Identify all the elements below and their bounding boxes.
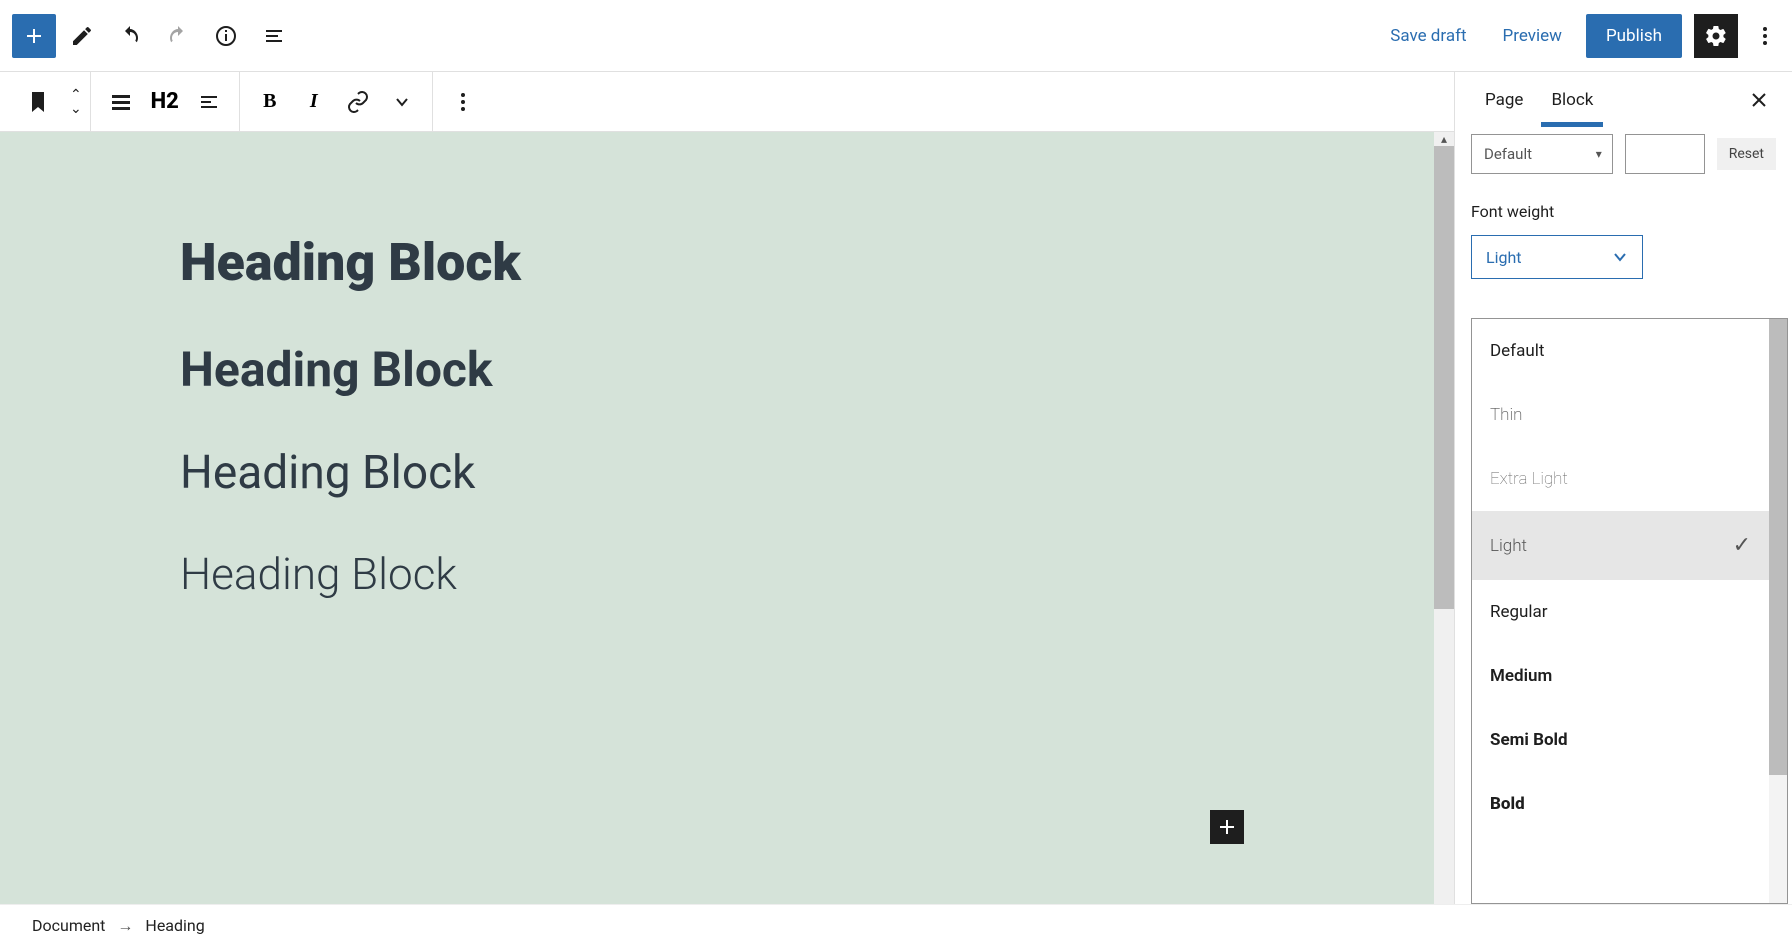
align-icon bbox=[110, 91, 132, 113]
list-icon bbox=[262, 24, 286, 48]
font-weight-option[interactable]: Thin bbox=[1472, 383, 1769, 447]
dropdown-list: Default Thin Extra Light Light ✓ Regular Mediu… bbox=[1472, 319, 1769, 903]
option-label: Default bbox=[1490, 341, 1544, 361]
add-block-button[interactable] bbox=[12, 14, 56, 58]
redo-icon bbox=[166, 24, 190, 48]
size-preset-value: Default bbox=[1484, 145, 1532, 163]
size-row: Default ▾ Reset bbox=[1471, 134, 1776, 174]
text-align-button[interactable] bbox=[187, 80, 231, 124]
check-icon: ✓ bbox=[1733, 533, 1751, 558]
more-options-button[interactable] bbox=[1750, 14, 1780, 58]
option-label: Semi Bold bbox=[1490, 730, 1568, 750]
font-weight-option[interactable]: Light ✓ bbox=[1472, 511, 1769, 580]
link-button[interactable] bbox=[336, 80, 380, 124]
bookmark-icon-button[interactable] bbox=[16, 80, 60, 124]
close-sidebar-button[interactable] bbox=[1742, 83, 1776, 117]
font-weight-label: Font weight bbox=[1471, 202, 1776, 221]
toolbar-right: Save draft Preview Publish bbox=[1378, 14, 1780, 58]
scrollbar-thumb[interactable] bbox=[1434, 146, 1454, 609]
option-label: Regular bbox=[1490, 602, 1548, 622]
outline-button[interactable] bbox=[252, 14, 296, 58]
preview-button[interactable]: Preview bbox=[1491, 18, 1574, 54]
add-block-inline-button[interactable] bbox=[1210, 810, 1244, 844]
chevron-down-icon: ▾ bbox=[1596, 147, 1602, 161]
more-formatting-button[interactable] bbox=[380, 80, 424, 124]
edit-mode-button[interactable] bbox=[60, 14, 104, 58]
move-arrows: ⌃ ⌄ bbox=[70, 88, 82, 116]
info-button[interactable] bbox=[204, 14, 248, 58]
settings-sidebar: Page Block Default ▾ Reset Font weight L… bbox=[1454, 72, 1792, 904]
breadcrumb-leaf[interactable]: Heading bbox=[145, 916, 204, 935]
font-weight-dropdown: Default Thin Extra Light Light ✓ Regular Mediu… bbox=[1471, 318, 1788, 904]
top-toolbar: Save draft Preview Publish bbox=[0, 0, 1792, 72]
undo-button[interactable] bbox=[108, 14, 152, 58]
kebab-icon bbox=[460, 91, 466, 113]
link-icon bbox=[346, 90, 370, 114]
heading-level-button[interactable]: H2 bbox=[143, 80, 187, 124]
plus-icon bbox=[1218, 818, 1236, 836]
font-weight-option[interactable]: Default bbox=[1472, 319, 1769, 383]
option-label: Extra Light bbox=[1490, 469, 1568, 489]
editor-canvas-wrap: Heading Block Heading Block Heading Bloc… bbox=[0, 132, 1454, 904]
text-align-icon bbox=[198, 91, 220, 113]
font-weight-option[interactable]: Medium bbox=[1472, 644, 1769, 708]
editor-column: ⌃ ⌄ H2 B I bbox=[0, 72, 1454, 904]
block-more-button[interactable] bbox=[441, 80, 485, 124]
editor-canvas[interactable]: Heading Block Heading Block Heading Bloc… bbox=[0, 132, 1454, 904]
chevron-down-icon bbox=[392, 92, 412, 112]
move-down-button[interactable]: ⌄ bbox=[70, 102, 82, 116]
heading-block[interactable]: Heading Block bbox=[180, 446, 1274, 500]
option-label: Light bbox=[1490, 536, 1527, 556]
heading-block[interactable]: Heading Block bbox=[180, 341, 1274, 398]
dropdown-scrollbar[interactable] bbox=[1769, 319, 1787, 903]
size-number-input[interactable] bbox=[1625, 134, 1705, 174]
tab-block[interactable]: Block bbox=[1537, 74, 1607, 126]
plus-icon bbox=[22, 24, 46, 48]
font-weight-option[interactable]: Extra Light bbox=[1472, 447, 1769, 511]
close-icon bbox=[1750, 91, 1768, 109]
main-area: ⌃ ⌄ H2 B I bbox=[0, 72, 1792, 904]
font-weight-option[interactable]: Semi Bold bbox=[1472, 708, 1769, 772]
chevron-down-icon bbox=[1612, 249, 1628, 265]
redo-button[interactable] bbox=[156, 14, 200, 58]
scrollbar-thumb[interactable] bbox=[1769, 319, 1787, 775]
heading-block[interactable]: Heading Block bbox=[180, 548, 1274, 600]
editor-scrollbar[interactable]: ▴ bbox=[1434, 132, 1454, 904]
pencil-icon bbox=[70, 24, 94, 48]
gear-icon bbox=[1704, 24, 1728, 48]
font-weight-select[interactable]: Light bbox=[1471, 235, 1643, 279]
option-label: Bold bbox=[1490, 794, 1525, 814]
size-preset-select[interactable]: Default ▾ bbox=[1471, 134, 1613, 174]
reset-button[interactable]: Reset bbox=[1717, 138, 1776, 170]
italic-button[interactable]: I bbox=[292, 80, 336, 124]
breadcrumb-root[interactable]: Document bbox=[32, 916, 105, 935]
align-button[interactable] bbox=[99, 80, 143, 124]
info-icon bbox=[214, 24, 238, 48]
heading-block[interactable]: Heading Block bbox=[180, 232, 1274, 293]
font-weight-option[interactable]: Bold bbox=[1472, 772, 1769, 836]
font-weight-option[interactable]: Regular bbox=[1472, 580, 1769, 644]
publish-button[interactable]: Publish bbox=[1586, 14, 1682, 58]
move-up-button[interactable]: ⌃ bbox=[70, 88, 82, 102]
undo-icon bbox=[118, 24, 142, 48]
font-weight-value: Light bbox=[1486, 248, 1522, 267]
sidebar-tabs: Page Block bbox=[1455, 72, 1792, 128]
breadcrumb-separator: → bbox=[117, 916, 133, 936]
option-label: Thin bbox=[1490, 405, 1522, 425]
toolbar-left bbox=[12, 14, 296, 58]
save-draft-button[interactable]: Save draft bbox=[1378, 18, 1478, 54]
breadcrumb: Document → Heading bbox=[0, 904, 1792, 946]
bold-button[interactable]: B bbox=[248, 80, 292, 124]
bookmark-icon bbox=[28, 90, 48, 114]
tab-page[interactable]: Page bbox=[1471, 74, 1537, 126]
settings-button[interactable] bbox=[1694, 14, 1738, 58]
option-label: Medium bbox=[1490, 666, 1552, 686]
sidebar-body: Default ▾ Reset Font weight Light Defaul… bbox=[1455, 128, 1792, 904]
kebab-icon bbox=[1762, 24, 1768, 48]
block-toolbar: ⌃ ⌄ H2 B I bbox=[0, 72, 1454, 132]
